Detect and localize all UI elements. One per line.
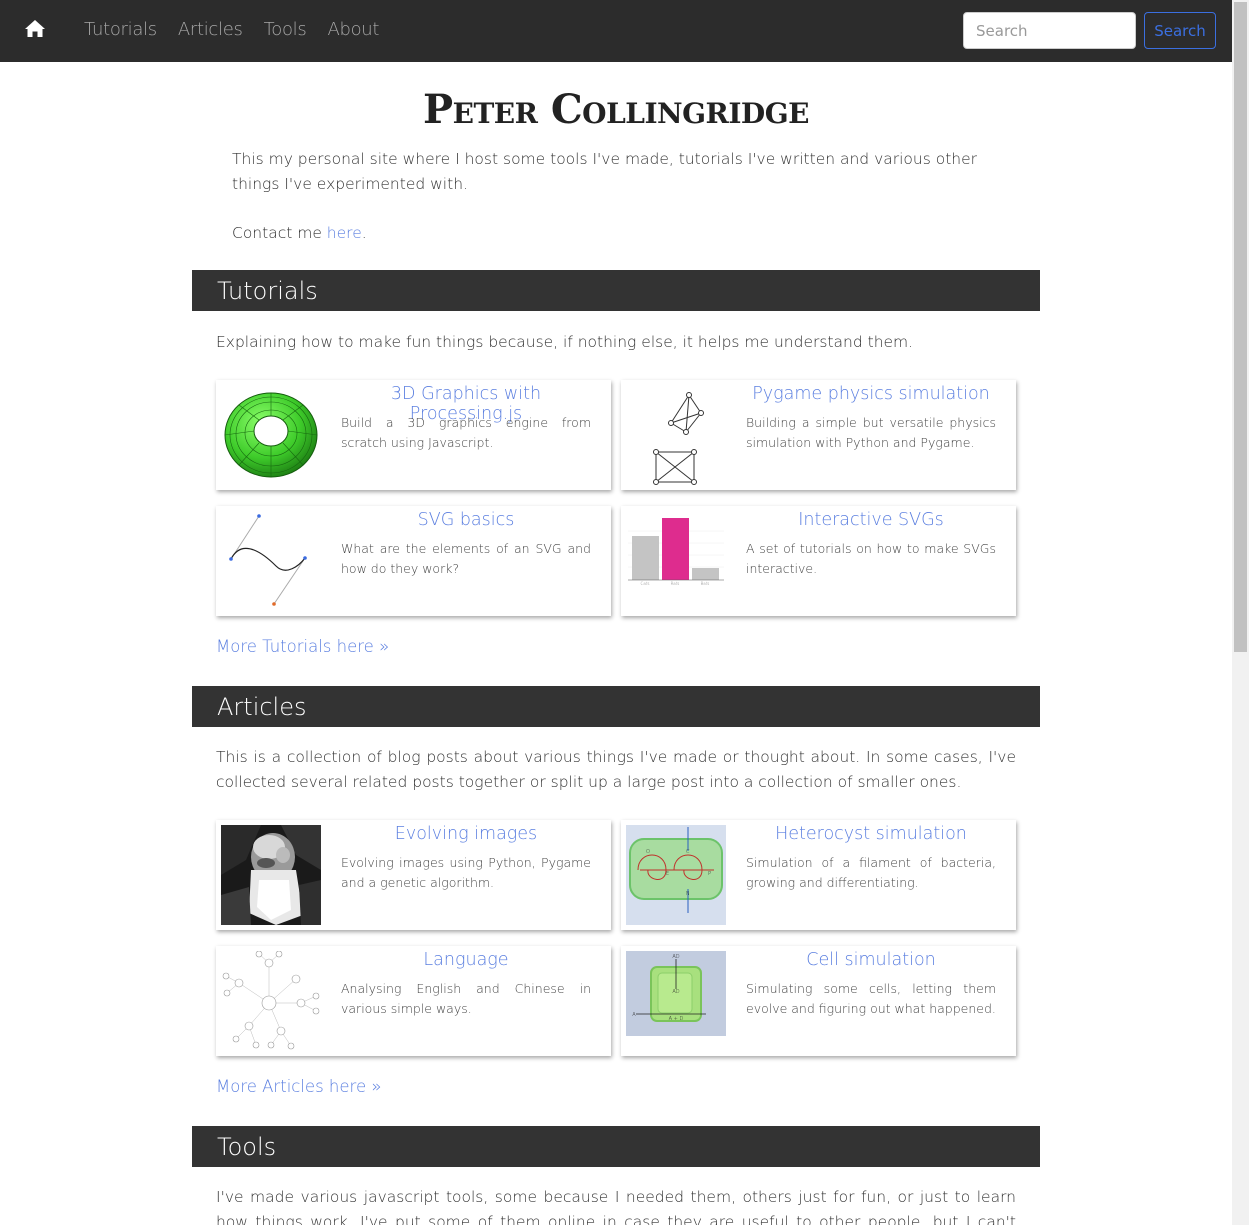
card-text: Building a simple but versatile physics … [746, 415, 996, 450]
intro-text: This my personal site where I host some … [232, 150, 978, 193]
contact-link[interactable]: here [327, 224, 362, 242]
section-header-tutorials: Tutorials [192, 270, 1040, 311]
card-title[interactable]: SVG basics [336, 510, 596, 530]
contact-suffix: . [361, 223, 367, 242]
card-cell-simulation[interactable]: AD AD A A + D Cell simulation Simulating… [621, 946, 1016, 1056]
portrait-image-icon [221, 825, 321, 925]
home-icon[interactable] [24, 19, 46, 39]
intro: This my personal site where I host some … [232, 147, 1012, 270]
particle-graph-icon [626, 385, 726, 485]
contact-prefix: Contact me [232, 223, 327, 242]
card-title[interactable]: Interactive SVGs [741, 510, 1001, 530]
card-interactive-svgs[interactable]: Cats Rats Bats Interactive SVGs A set of… [621, 506, 1016, 616]
heterocyst-label: P [708, 871, 711, 877]
heterocyst-label: O [646, 849, 650, 855]
section-header-tools: Tools [192, 1126, 1040, 1167]
scrollbar-thumb[interactable] [1234, 2, 1247, 652]
more-tutorials-link[interactable]: More Tutorials here » [216, 637, 389, 656]
nav-link-tutorials[interactable]: Tutorials [84, 16, 157, 44]
more-articles-link[interactable]: More Articles here » [216, 1077, 381, 1096]
section-header-articles: Articles [192, 686, 1040, 727]
search-button[interactable]: Search [1144, 12, 1216, 49]
tools-description: I've made various javascript tools, some… [216, 1188, 1016, 1225]
heterocyst-diagram-icon: O C E P N [626, 825, 726, 925]
card-title[interactable]: Evolving images [336, 824, 596, 844]
bezier-curve-icon [221, 511, 321, 611]
bar-label-rats: Rats [671, 581, 680, 586]
cell-label: AD [672, 989, 679, 995]
cell-label: A [632, 1012, 636, 1018]
navbar: Tutorials Articles Tools About Search [0, 0, 1232, 62]
card-title[interactable]: Heterocyst simulation [741, 824, 1001, 844]
torus-thumbnail-icon [221, 385, 321, 485]
card-text: Evolving images using Python, Pygame and… [341, 855, 591, 890]
cell-label: AD [672, 954, 679, 960]
card-text: Build a 3D graphics engine from scratch … [341, 415, 591, 450]
card-title[interactable]: Pygame physics simulation [741, 384, 1001, 404]
word-graph-icon [221, 951, 321, 1051]
bar-label-cats: Cats [641, 581, 650, 586]
bar-label-bats: Bats [701, 581, 710, 586]
bar-chart-icon: Cats Rats Bats [626, 511, 726, 611]
card-text: A set of tutorials on how to make SVGs i… [746, 541, 996, 576]
nav-link-tools[interactable]: Tools [264, 16, 307, 44]
card-text: Simulation of a filament of bacteria, gr… [746, 855, 996, 890]
card-text: Analysing English and Chinese in various… [341, 981, 591, 1016]
card-title[interactable]: Cell simulation [741, 950, 1001, 970]
card-title[interactable]: Language [336, 950, 596, 970]
nav-link-about[interactable]: About [327, 16, 379, 44]
nav-links: Tutorials Articles Tools About [84, 16, 400, 44]
search-input[interactable] [963, 12, 1136, 49]
heterocyst-label: E [666, 871, 669, 877]
articles-description: This is a collection of blog posts about… [216, 748, 1016, 791]
cell-label: A + D [669, 1016, 684, 1022]
card-svg-basics[interactable]: SVG basics What are the elements of an S… [216, 506, 611, 616]
heterocyst-label: N [686, 891, 690, 897]
card-language[interactable]: Language Analysing English and Chinese i… [216, 946, 611, 1056]
card-evolving-images[interactable]: Evolving images Evolving images using Py… [216, 820, 611, 930]
cell-diagram-icon: AD AD A A + D [626, 951, 726, 1036]
card-3d-graphics[interactable]: 3D Graphics with Processing.js Build a 3… [216, 380, 611, 490]
tutorials-description: Explaining how to make fun things becaus… [216, 333, 914, 351]
contact-line: Contact me here. [232, 221, 1012, 246]
nav-link-articles[interactable]: Articles [178, 16, 243, 44]
card-pygame-physics[interactable]: Pygame physics simulation Building a sim… [621, 380, 1016, 490]
page-title: Peter Collingridge [423, 86, 809, 133]
card-heterocyst-simulation[interactable]: O C E P N Heterocyst simulation Simulati… [621, 820, 1016, 930]
card-text: What are the elements of an SVG and how … [341, 541, 591, 576]
card-text: Simulating some cells, letting them evol… [746, 981, 996, 1016]
heterocyst-label: C [686, 849, 690, 855]
